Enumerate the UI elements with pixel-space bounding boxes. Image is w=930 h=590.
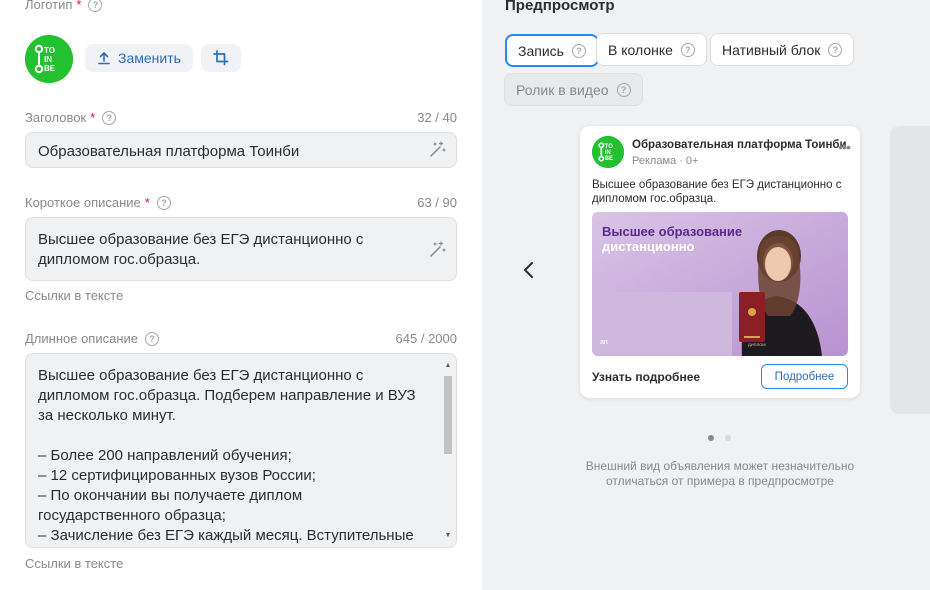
long-description-line: за несколько минут. — [38, 407, 176, 424]
replace-logo-button[interactable]: Заменить — [85, 44, 193, 72]
magic-wand-icon[interactable] — [427, 240, 447, 260]
tab-post[interactable]: Запись ? — [505, 34, 599, 67]
advertiser-avatar: TO IN BE — [592, 136, 624, 168]
preview-disclaimer: Внешний вид объявления может незначитель… — [580, 459, 860, 489]
tab-label: В колонке — [608, 41, 673, 58]
short-description-label: Короткое описание * ? — [25, 195, 171, 210]
help-icon[interactable]: ? — [145, 331, 160, 346]
svg-text:TO: TO — [605, 144, 614, 150]
short-description-counter: 63 / 90 — [417, 195, 457, 210]
svg-text:IN: IN — [44, 55, 52, 64]
logo-label-text: Логотип — [25, 0, 73, 12]
required-mark: * — [144, 195, 150, 210]
cta-text: Узнать подробнее — [592, 370, 701, 384]
long-description-line: – Зачисление без ЕГЭ каждый месяц. Вступ… — [38, 527, 414, 544]
help-icon[interactable]: ? — [102, 110, 117, 125]
preview-panel: Предпросмотр Запись ? В колонке ? Нативн… — [482, 0, 930, 590]
tab-column[interactable]: В колонке ? — [596, 33, 707, 66]
long-description-line: Высшее образование без ЕГЭ дистанционно … — [38, 367, 364, 384]
long-description-textarea[interactable]: Высшее образование без ЕГЭ дистанционно … — [25, 353, 457, 548]
help-icon[interactable]: ? — [616, 82, 631, 97]
help-icon[interactable]: ? — [156, 195, 171, 210]
long-description-line — [38, 426, 444, 446]
long-description-label: Длинное описание ? — [25, 331, 160, 346]
long-description-line: – Более 200 направлений обучения; — [38, 447, 292, 464]
more-icon[interactable]: ••• — [838, 139, 851, 155]
magic-wand-icon[interactable] — [427, 140, 447, 160]
short-description-line: дипломом гос.образца. — [38, 251, 201, 268]
tab-native-block[interactable]: Нативный блок ? — [710, 33, 855, 66]
crop-logo-button[interactable] — [201, 44, 241, 72]
next-preview-card — [890, 126, 930, 414]
preview-title: Предпросмотр — [505, 0, 615, 14]
long-description-line: – 12 сертифицированных вузов России; — [38, 467, 316, 484]
short-description-links-label: Ссылки в тексте — [25, 288, 124, 303]
ad-meta: Реклама · 0+ — [632, 155, 699, 167]
required-mark: * — [90, 110, 96, 125]
pagination-dot-active[interactable] — [708, 435, 714, 441]
toinbe-logo-icon: TO IN BE — [592, 136, 624, 168]
tab-label: Ролик в видео — [516, 81, 609, 98]
ad-photo: ДИПЛОМ Высшее образование дистанционно а… — [592, 212, 848, 356]
title-counter: 32 / 40 — [417, 110, 457, 125]
long-description-links-label: Ссылки в тексте — [25, 556, 124, 571]
short-description-input[interactable]: Высшее образование без ЕГЭ дистанционно … — [25, 217, 457, 281]
cta-button[interactable]: Подробнее — [761, 364, 848, 389]
help-icon[interactable]: ? — [828, 42, 843, 57]
replace-label: Заменить — [118, 50, 181, 66]
image-caption-line: Высшее образование — [602, 224, 742, 239]
toinbe-logo-icon: TO IN BE — [25, 35, 73, 83]
help-icon[interactable]: ? — [571, 43, 586, 58]
required-mark: * — [76, 0, 82, 12]
short-description-line: Высшее образование без ЕГЭ дистанционно … — [38, 231, 364, 248]
title-input[interactable]: Образовательная платформа Тоинби — [25, 132, 457, 168]
long-description-line: дипломом гос.образца. Подберем направлен… — [38, 387, 416, 404]
ad-form: Логотип * ? TO IN BE Заменить Заголовок … — [0, 0, 482, 590]
svg-text:BE: BE — [605, 156, 613, 162]
image-watermark: ап — [600, 339, 608, 346]
advertiser-name: Образовательная платформа Тоинби — [632, 139, 847, 151]
long-description-counter: 645 / 2000 — [395, 331, 457, 346]
tab-label: Нативный блок — [722, 41, 821, 58]
svg-text:TO: TO — [44, 46, 55, 55]
scroll-up-icon[interactable]: ▲ — [444, 362, 452, 370]
chevron-left-icon[interactable] — [518, 259, 540, 281]
logo-label: Логотип * ? — [25, 0, 103, 12]
svg-text:IN: IN — [605, 150, 611, 156]
long-description-line: государственного образца; — [38, 507, 226, 524]
svg-text:ДИПЛОМ: ДИПЛОМ — [748, 342, 766, 347]
crop-icon — [213, 50, 229, 66]
short-description-label-text: Короткое описание — [25, 195, 141, 210]
long-description-line: – По окончании вы получаете диплом — [38, 487, 303, 504]
title-label-text: Заголовок — [25, 110, 87, 125]
pagination-dot[interactable] — [725, 435, 731, 441]
logo-thumbnail: TO IN BE — [25, 35, 73, 83]
svg-text:BE: BE — [44, 64, 56, 73]
textarea-scrollbar[interactable]: ▲ ▼ — [444, 362, 452, 540]
ad-text: Высшее образование без ЕГЭ дистанционно … — [592, 179, 842, 205]
title-label: Заголовок * ? — [25, 110, 117, 125]
disclaimer-line: Внешний вид объявления может незначитель… — [585, 459, 855, 473]
help-icon[interactable]: ? — [88, 0, 103, 12]
image-caption-line: дистанционно — [602, 239, 695, 254]
scrollbar-thumb[interactable] — [444, 376, 452, 454]
long-description-label-text: Длинное описание — [25, 331, 139, 346]
tab-in-video[interactable]: Ролик в видео ? — [504, 73, 643, 106]
disclaimer-line: отличаться от примера в предпросмотре — [606, 474, 834, 488]
upload-icon — [98, 52, 110, 65]
ad-image: ДИПЛОМ Высшее образование дистанционно а… — [592, 212, 848, 356]
scroll-down-icon[interactable]: ▼ — [444, 532, 452, 540]
help-icon[interactable]: ? — [680, 42, 695, 57]
title-value: Образовательная платформа Тоинби — [38, 143, 300, 160]
tab-label: Запись — [518, 42, 564, 59]
ad-preview-card: TO IN BE Образовательная платформа Тоинб… — [580, 126, 860, 398]
